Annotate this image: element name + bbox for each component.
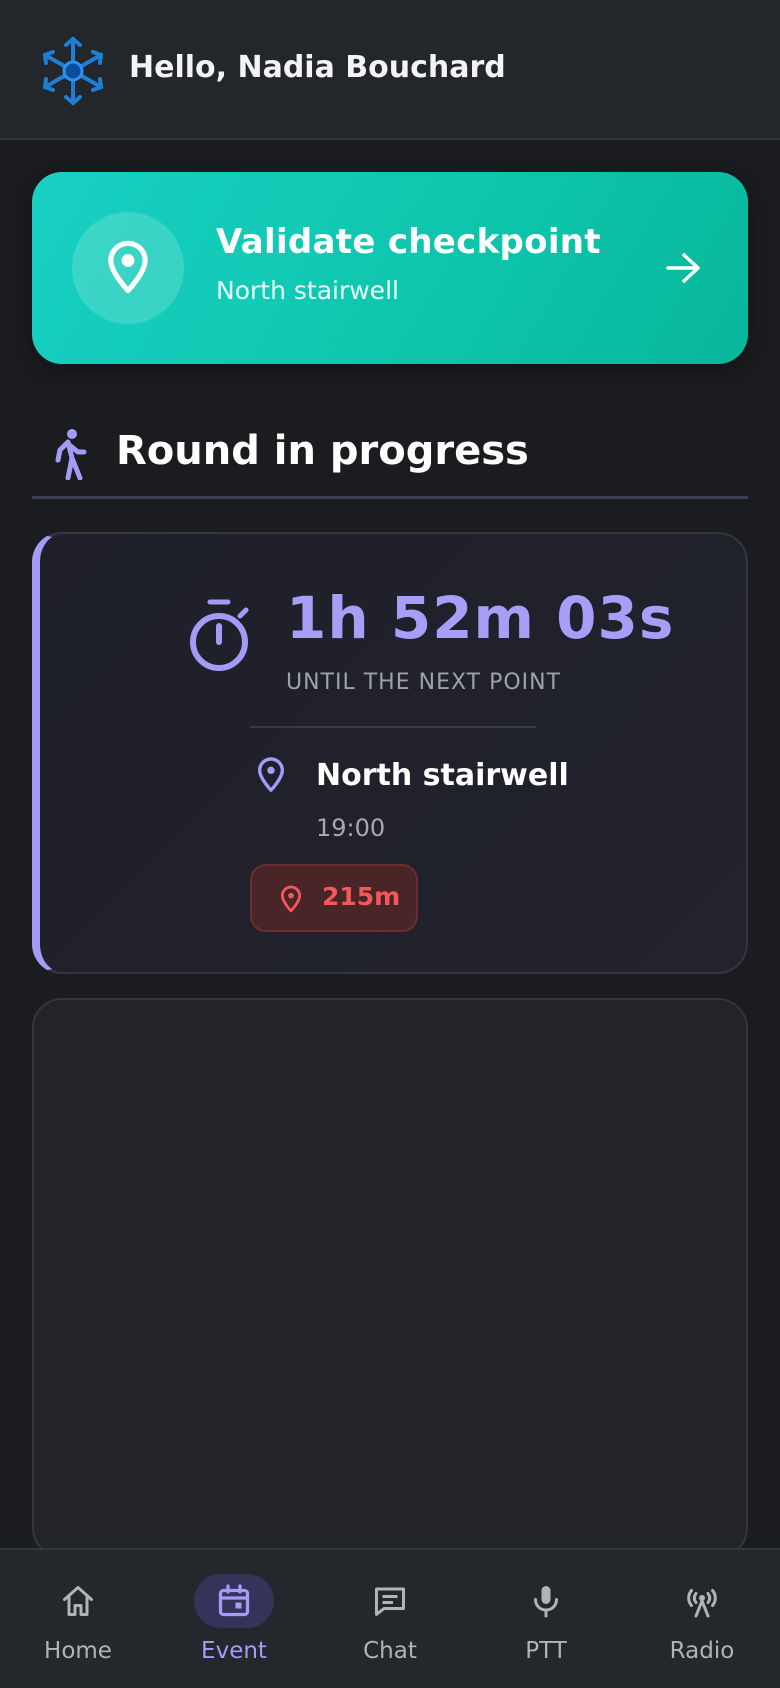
countdown-caption: UNTIL THE NEXT POINT (286, 670, 562, 695)
section-title: Round in progress (116, 428, 529, 474)
distance-value: 215m (322, 882, 401, 911)
radio-tower-icon (687, 1589, 717, 1618)
home-icon (63, 1586, 93, 1616)
validate-title: Validate checkpoint (216, 222, 601, 262)
section-divider (32, 496, 748, 499)
countdown-timer: 1h 52m 03s (286, 584, 675, 652)
nav-label-radio: Radio (669, 1638, 735, 1664)
next-point-name: North stairwell (316, 758, 569, 793)
validate-icon-container (72, 212, 184, 324)
arrow-right-icon (666, 253, 700, 283)
nav-item-radio[interactable]: Radio (624, 1550, 780, 1688)
walking-person-icon (55, 429, 87, 480)
chat-icon (375, 1587, 405, 1616)
next-point-time: 19:00 (316, 814, 386, 842)
nav-icon-container (350, 1574, 430, 1628)
validate-subtitle: North stairwell (216, 276, 399, 305)
card-divider (250, 726, 536, 728)
snowflake-logo-icon[interactable] (40, 35, 106, 107)
nav-icon-container (38, 1574, 118, 1628)
stopwatch-icon (190, 599, 249, 671)
nav-label-ptt: PTT (525, 1638, 567, 1664)
nav-icon-container (194, 1574, 274, 1628)
app-header: Hello, Nadia Bouchard (0, 0, 780, 140)
microphone-icon (534, 1586, 558, 1618)
nav-label-chat: Chat (363, 1638, 417, 1664)
nav-item-event[interactable]: Event (156, 1550, 312, 1688)
nav-label-home: Home (44, 1638, 112, 1664)
greeting-text: Hello, Nadia Bouchard (129, 50, 506, 85)
map-pin-icon (280, 885, 302, 913)
nav-item-home[interactable]: Home (0, 1550, 156, 1688)
distance-badge: 215m (250, 864, 418, 932)
nav-item-chat[interactable]: Chat (312, 1550, 468, 1688)
map-pin-icon (108, 240, 148, 294)
nav-icon-container (662, 1574, 742, 1628)
nav-icon-container (506, 1574, 586, 1628)
nav-label-event: Event (201, 1638, 267, 1664)
validate-checkpoint-card[interactable]: Validate checkpoint North stairwell (32, 172, 748, 364)
calendar-icon (218, 1584, 250, 1617)
map-pin-icon (257, 757, 285, 792)
bottom-navigation: Home Event Chat PTT Radio (0, 1548, 780, 1688)
round-progress-card: 1h 52m 03s UNTIL THE NEXT POINT North st… (32, 532, 748, 974)
empty-content-card (32, 998, 748, 1558)
nav-item-ptt[interactable]: PTT (468, 1550, 624, 1688)
